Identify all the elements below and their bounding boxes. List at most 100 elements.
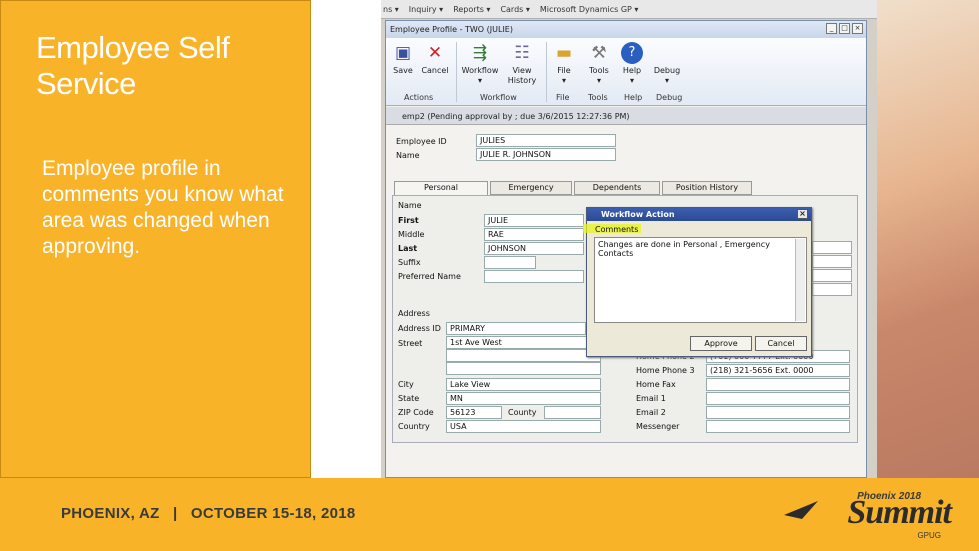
- suffix-label: Suffix: [398, 258, 421, 267]
- last-name-label: Last: [398, 244, 418, 253]
- email-1-field[interactable]: [706, 392, 850, 405]
- logo-summit-text: Summit: [847, 494, 952, 531]
- comments-scrollbar[interactable]: [795, 239, 805, 321]
- street-label: Street: [398, 339, 423, 348]
- dialog-close-icon[interactable]: ×: [797, 209, 808, 219]
- first-name-label: First: [398, 216, 419, 225]
- menu-item[interactable]: Reports ▾: [453, 5, 490, 14]
- approve-button[interactable]: Approve: [690, 336, 752, 351]
- country-field[interactable]: USA: [446, 420, 601, 433]
- file-icon: ▬: [555, 43, 573, 63]
- ribbon-separator: [456, 42, 457, 102]
- county-field[interactable]: [544, 406, 601, 419]
- view-history-button[interactable]: ☷ View History: [504, 42, 540, 86]
- employee-id-field[interactable]: JULIES: [476, 134, 616, 147]
- button-label: View History: [507, 66, 537, 85]
- help-button[interactable]: ? Help ▾: [618, 42, 646, 86]
- dialog-title: Workflow Action: [601, 210, 675, 219]
- group-label: Tools: [588, 93, 608, 102]
- employee-profile-window: Employee Profile - TWO (JULIE) _ □ × ▣ S…: [385, 20, 867, 478]
- workflow-action-dialog: Workflow Action × Comments Changes are d…: [583, 207, 812, 357]
- logo-gpug-text: GPUG: [917, 531, 941, 540]
- minimize-icon[interactable]: _: [826, 23, 837, 34]
- save-icon: ▣: [394, 43, 412, 63]
- button-label: Tools: [589, 66, 609, 75]
- address-id-field[interactable]: PRIMARY: [446, 322, 586, 335]
- debug-icon: [656, 42, 678, 64]
- menu-item[interactable]: Microsoft Dynamics GP ▾: [540, 5, 639, 14]
- tools-button[interactable]: ⚒ Tools ▾: [584, 42, 614, 86]
- name-group-title: Name: [398, 201, 422, 210]
- county-label: County: [508, 408, 537, 417]
- tab-personal[interactable]: Personal: [394, 181, 488, 195]
- gp-menu-bar: ns ▾ Inquiry ▾ Reports ▾ Cards ▾ Microso…: [381, 0, 877, 19]
- street-field-3[interactable]: [446, 362, 601, 375]
- workflow-status-line: emp2 (Pending approval by ; due 3/6/2015…: [386, 107, 866, 125]
- close-icon[interactable]: ×: [852, 23, 863, 34]
- home-fax-field[interactable]: [706, 378, 850, 391]
- tab-emergency-contacts[interactable]: Emergency Contacts: [490, 181, 572, 204]
- group-label: File: [556, 93, 570, 102]
- ribbon-separator: [546, 42, 547, 102]
- preferred-name-field[interactable]: [484, 270, 584, 283]
- event-location-date: PHOENIX, AZ | OCTOBER 15-18, 2018: [61, 505, 356, 522]
- zip-label: ZIP Code: [398, 408, 434, 417]
- button-label: Workflow: [461, 66, 499, 75]
- button-label: Cancel: [421, 66, 449, 75]
- employee-id-label: Employee ID: [396, 137, 447, 146]
- workflow-button[interactable]: ⇶ Workflow ▾: [460, 42, 500, 86]
- maximize-icon[interactable]: □: [839, 23, 850, 34]
- state-field[interactable]: MN: [446, 392, 601, 405]
- cancel-icon: ✕: [427, 43, 443, 63]
- suffix-field[interactable]: [484, 256, 536, 269]
- comments-text: Changes are done in Personal , Emergency…: [598, 240, 770, 258]
- dialog-title-bar: Workflow Action ×: [587, 208, 811, 221]
- menu-item[interactable]: Cards ▾: [500, 5, 529, 14]
- employee-name-field[interactable]: JULIE R. JOHNSON: [476, 148, 616, 161]
- middle-name-field[interactable]: RAE: [484, 228, 584, 241]
- debug-button[interactable]: Debug ▾: [652, 42, 682, 86]
- group-label: Workflow: [480, 93, 517, 102]
- hidden-field-4[interactable]: [812, 283, 852, 296]
- button-label: Save: [393, 66, 413, 75]
- street-field-2[interactable]: [446, 349, 601, 362]
- address-group-title: Address: [398, 309, 430, 318]
- tab-dependents[interactable]: Dependents: [574, 181, 660, 195]
- dialog-cancel-button[interactable]: Cancel: [755, 336, 807, 351]
- status-text: emp2 (Pending approval by ; due 3/6/2015…: [402, 112, 630, 121]
- gp-screenshot: ns ▾ Inquiry ▾ Reports ▾ Cards ▾ Microso…: [381, 0, 877, 478]
- last-name-field[interactable]: JOHNSON: [484, 242, 584, 255]
- messenger-field[interactable]: [706, 420, 850, 433]
- hidden-field-3[interactable]: [812, 269, 852, 282]
- slide-body: Employee profile in comments you know wh…: [42, 157, 284, 258]
- menu-item[interactable]: ns ▾: [383, 5, 399, 14]
- comments-textarea[interactable]: Changes are done in Personal , Emergency…: [594, 237, 807, 323]
- cancel-button[interactable]: ✕ Cancel: [420, 42, 450, 76]
- home-phone-3-label: Home Phone 3: [636, 366, 695, 375]
- workflow-icon: ⇶: [472, 43, 488, 63]
- city-label: City: [398, 380, 414, 389]
- state-label: State: [398, 394, 420, 403]
- menu-item[interactable]: Inquiry ▾: [409, 5, 443, 14]
- messenger-label: Messenger: [636, 422, 680, 431]
- window-title: Employee Profile - TWO (JULIE): [390, 25, 513, 34]
- file-button[interactable]: ▬ File ▾: [550, 42, 578, 86]
- zip-field[interactable]: 56123: [446, 406, 502, 419]
- email-2-field[interactable]: [706, 406, 850, 419]
- preferred-name-label: Preferred Name: [398, 272, 461, 281]
- hidden-field-2[interactable]: [812, 255, 852, 268]
- home-fax-label: Home Fax: [636, 380, 676, 389]
- email-2-label: Email 2: [636, 408, 666, 417]
- first-name-field[interactable]: JULIE: [484, 214, 584, 227]
- name-label: Name: [396, 151, 420, 160]
- hidden-field-1[interactable]: [812, 241, 852, 254]
- street-field[interactable]: 1st Ave West: [446, 336, 601, 349]
- address-id-label: Address ID: [398, 324, 441, 333]
- tab-position-history[interactable]: Position History: [662, 181, 752, 195]
- home-phone-3-field[interactable]: (218) 321-5656 Ext. 0000: [706, 364, 850, 377]
- city-field[interactable]: Lake View: [446, 378, 601, 391]
- country-label: Country: [398, 422, 430, 431]
- save-button[interactable]: ▣ Save: [390, 42, 416, 76]
- tools-icon: ⚒: [591, 43, 607, 63]
- comments-label: Comments: [595, 225, 639, 234]
